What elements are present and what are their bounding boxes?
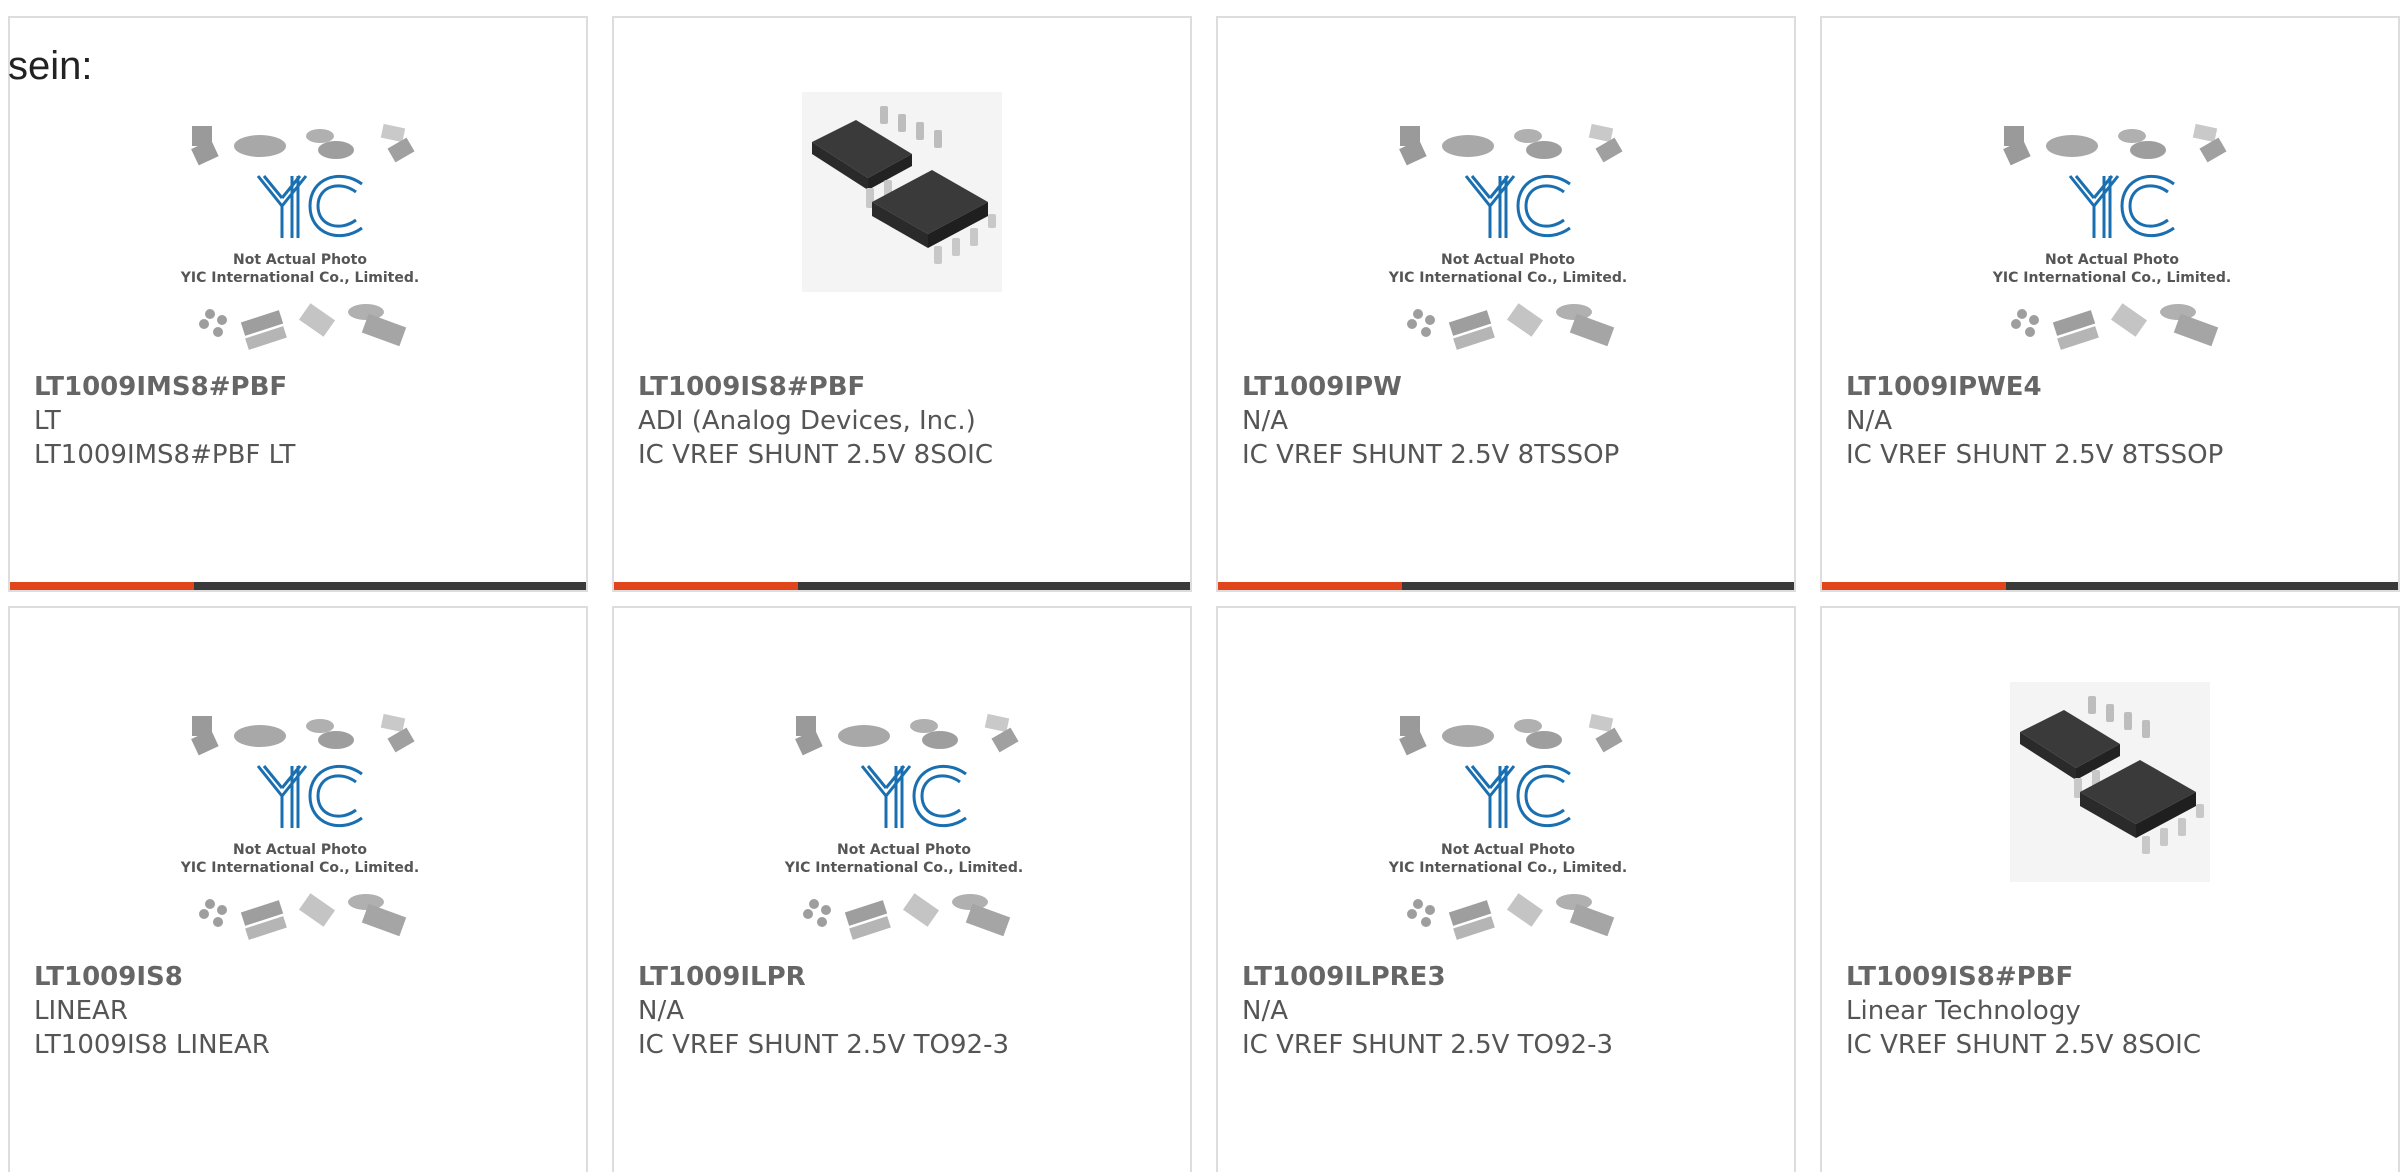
placeholder-image-icon: Not Actual Photo YIC International Co., …	[1388, 713, 1627, 940]
product-card[interactable]: Not Actual Photo YIC International Co., …	[1216, 606, 1796, 1172]
part-number-link[interactable]: LT1009IS8	[34, 960, 570, 994]
description-text: IC VREF SHUNT 2.5V 8SOIC	[1846, 1030, 2201, 1060]
product-info: LT1009IS8 LINEAR LT1009IS8 LINEAR	[34, 960, 570, 1062]
product-card[interactable]: Not Actual Photo YIC International Co., …	[612, 606, 1192, 1172]
image-caption-line1: Not Actual Photo	[2045, 252, 2179, 268]
brand-text: ADI (Analog Devices, Inc.)	[638, 406, 976, 436]
image-caption-line2: YIC International Co., Limited.	[180, 860, 419, 876]
image-caption-line1: Not Actual Photo	[1441, 252, 1575, 268]
brand-text: N/A	[1846, 406, 1892, 436]
description-text: IC VREF SHUNT 2.5V TO92-3	[1242, 1030, 1614, 1060]
card-accent-bar	[10, 582, 194, 590]
product-card[interactable]: Not Actual Photo YIC International Co., …	[1820, 16, 2400, 592]
placeholder-image-icon: Not Actual Photo YIC International Co., …	[180, 713, 419, 940]
part-number-link[interactable]: LT1009IS8#PBF	[638, 370, 1174, 404]
intro-text: sein:	[8, 44, 93, 88]
brand-text: Linear Technology	[1846, 996, 2081, 1026]
card-accent-bar	[614, 582, 798, 590]
product-info: LT1009ILPRE3 N/A IC VREF SHUNT 2.5V TO92…	[1242, 960, 1778, 1062]
brand-text: N/A	[638, 996, 684, 1026]
image-caption-line2: YIC International Co., Limited.	[180, 270, 419, 286]
part-number-link[interactable]: LT1009ILPR	[638, 960, 1174, 994]
description-text: IC VREF SHUNT 2.5V 8SOIC	[638, 440, 993, 470]
card-bottom-bar	[614, 582, 1190, 590]
image-caption-line2: YIC International Co., Limited.	[1388, 270, 1627, 286]
description-text: IC VREF SHUNT 2.5V 8TSSOP	[1242, 440, 1620, 470]
image-caption-line2: YIC International Co., Limited.	[1992, 270, 2231, 286]
placeholder-image-icon: Not Actual Photo YIC International Co., …	[784, 713, 1023, 940]
placeholder-image-icon: Not Actual Photo YIC International Co., …	[1992, 123, 2231, 350]
description-text: IC VREF SHUNT 2.5V 8TSSOP	[1846, 440, 2224, 470]
part-number-link[interactable]: LT1009IPW	[1242, 370, 1778, 404]
brand-text: LT	[34, 406, 61, 436]
product-card[interactable]: Not Actual Photo YIC International Co., …	[1216, 16, 1796, 592]
placeholder-image-icon: Not Actual Photo YIC International Co., …	[1388, 123, 1627, 350]
image-caption-line1: Not Actual Photo	[233, 252, 367, 268]
card-bottom-bar	[1218, 582, 1794, 590]
product-info: LT1009IS8#PBF Linear Technology IC VREF …	[1846, 960, 2382, 1062]
product-info: LT1009IMS8#PBF LT LT1009IMS8#PBF LT	[34, 370, 570, 472]
product-info: LT1009ILPR N/A IC VREF SHUNT 2.5V TO92-3	[638, 960, 1174, 1062]
card-accent-bar	[1218, 582, 1402, 590]
brand-text: LINEAR	[34, 996, 128, 1026]
product-card[interactable]: Not Actual Photo YIC International Co., …	[8, 16, 588, 592]
image-caption-line2: YIC International Co., Limited.	[1388, 860, 1627, 876]
placeholder-image-icon: Not Actual Photo YIC International Co., …	[180, 123, 419, 350]
product-info: LT1009IPWE4 N/A IC VREF SHUNT 2.5V 8TSSO…	[1846, 370, 2382, 472]
part-number-link[interactable]: LT1009IMS8#PBF	[34, 370, 570, 404]
product-grid: Not Actual Photo YIC International Co., …	[0, 0, 2400, 1172]
soic-chip-photo-icon	[802, 92, 1002, 292]
product-info: LT1009IS8#PBF ADI (Analog Devices, Inc.)…	[638, 370, 1174, 472]
soic-chip-photo-icon	[2010, 682, 2210, 882]
image-caption-line1: Not Actual Photo	[1441, 842, 1575, 858]
product-card[interactable]: LT1009IS8#PBF ADI (Analog Devices, Inc.)…	[612, 16, 1192, 592]
image-caption-line2: YIC International Co., Limited.	[784, 860, 1023, 876]
description-text: LT1009IMS8#PBF LT	[34, 440, 296, 470]
brand-text: N/A	[1242, 996, 1288, 1026]
card-bottom-bar	[1822, 582, 2398, 590]
product-card[interactable]: Not Actual Photo YIC International Co., …	[8, 606, 588, 1172]
brand-text: N/A	[1242, 406, 1288, 436]
description-text: IC VREF SHUNT 2.5V TO92-3	[638, 1030, 1010, 1060]
description-text: LT1009IS8 LINEAR	[34, 1030, 270, 1060]
card-bottom-bar	[10, 582, 586, 590]
card-accent-bar	[1822, 582, 2006, 590]
product-card[interactable]: LT1009IS8#PBF Linear Technology IC VREF …	[1820, 606, 2400, 1172]
image-caption-line1: Not Actual Photo	[233, 842, 367, 858]
image-caption-line1: Not Actual Photo	[837, 842, 971, 858]
part-number-link[interactable]: LT1009ILPRE3	[1242, 960, 1778, 994]
part-number-link[interactable]: LT1009IPWE4	[1846, 370, 2382, 404]
part-number-link[interactable]: LT1009IS8#PBF	[1846, 960, 2382, 994]
product-info: LT1009IPW N/A IC VREF SHUNT 2.5V 8TSSOP	[1242, 370, 1778, 472]
